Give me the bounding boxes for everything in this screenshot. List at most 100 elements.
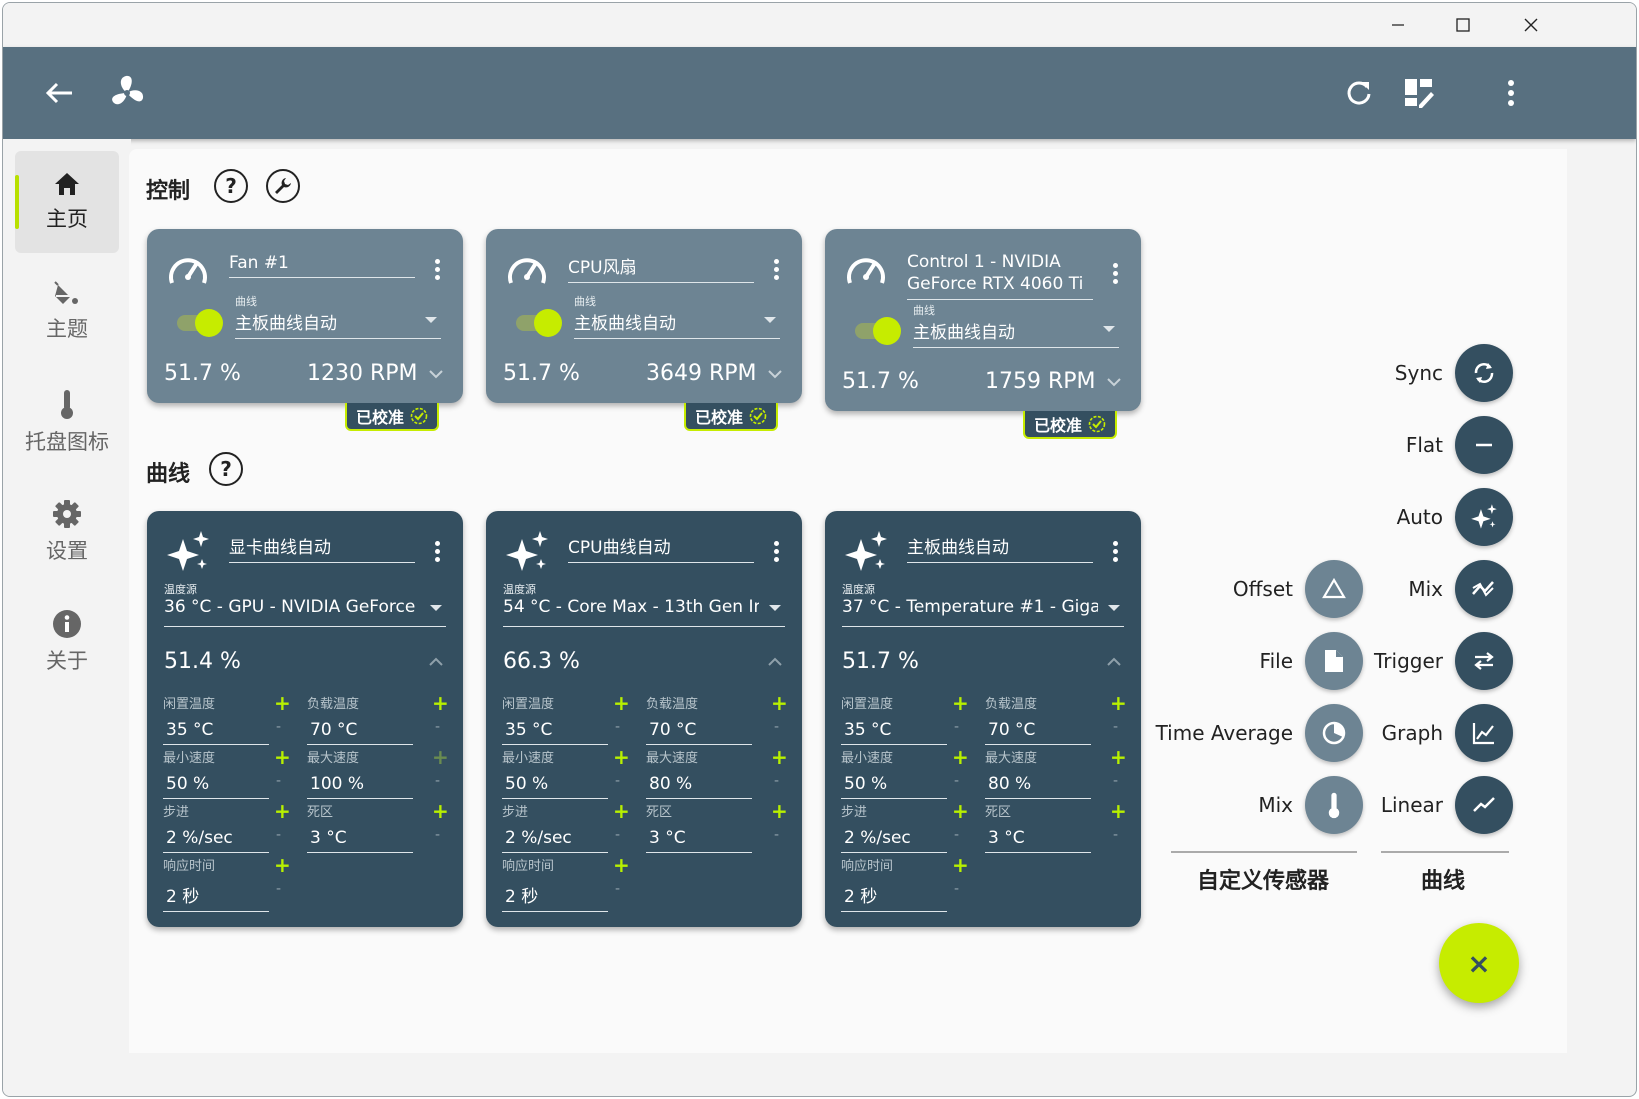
curves-help-button[interactable]: ? — [209, 452, 243, 486]
response-time-increase[interactable]: + — [274, 853, 291, 877]
trigger-curve-button[interactable] — [1455, 632, 1513, 690]
control-name[interactable]: Control 1 - NVIDIA GeForce RTX 4060 Ti — [907, 251, 1093, 300]
curve-select[interactable]: 主板曲线自动 — [574, 309, 780, 339]
curve-menu-button[interactable] — [766, 537, 786, 565]
min-speed-field[interactable]: 最小速度 50 % — [841, 747, 947, 799]
deadband-increase[interactable]: + — [1110, 799, 1127, 823]
mix-sensor-button[interactable] — [1305, 776, 1363, 834]
max-speed-field[interactable]: 最大速度 100 % — [307, 747, 413, 799]
response-time-field[interactable]: 响应时间 2 秒 — [841, 855, 947, 912]
minimize-button[interactable] — [1366, 3, 1430, 47]
step-decrease[interactable]: - — [954, 827, 959, 843]
deadband-field[interactable]: 死区 3 °C — [646, 801, 752, 853]
step-increase[interactable]: + — [952, 799, 969, 823]
min-speed-field[interactable]: 最小速度 50 % — [163, 747, 269, 799]
mix-curve-button[interactable] — [1455, 560, 1513, 618]
deadband-field[interactable]: 死区 3 °C — [307, 801, 413, 853]
idle-temp-decrease[interactable]: - — [615, 719, 620, 735]
response-time-decrease[interactable]: - — [615, 881, 620, 897]
deadband-field[interactable]: 死区 3 °C — [985, 801, 1091, 853]
load-temp-increase[interactable]: + — [1110, 691, 1127, 715]
close-window-button[interactable] — [1499, 3, 1563, 47]
load-temp-field[interactable]: 负载温度 70 °C — [985, 693, 1091, 745]
deadband-decrease[interactable]: - — [1113, 827, 1118, 843]
dashboard-edit-button[interactable] — [1397, 71, 1441, 115]
curve-select[interactable]: 主板曲线自动 — [235, 309, 441, 339]
load-temp-field[interactable]: 负载温度 70 °C — [307, 693, 413, 745]
flat-curve-button[interactable] — [1455, 416, 1513, 474]
more-options-button[interactable] — [1489, 71, 1533, 115]
nav-item-about[interactable]: 关于 — [15, 591, 119, 693]
min-speed-field[interactable]: 最小速度 50 % — [502, 747, 608, 799]
step-decrease[interactable]: - — [276, 827, 281, 843]
control-enable-toggle[interactable] — [171, 309, 223, 337]
offset-sensor-button[interactable] — [1305, 560, 1363, 618]
curve-name[interactable]: CPU曲线自动 — [568, 533, 754, 563]
auto-curve-button[interactable] — [1455, 488, 1513, 546]
idle-temp-field[interactable]: 闲置温度 35 °C — [841, 693, 947, 745]
idle-temp-decrease[interactable]: - — [276, 719, 281, 735]
sync-curve-button[interactable] — [1455, 344, 1513, 402]
step-increase[interactable]: + — [274, 799, 291, 823]
response-time-increase[interactable]: + — [613, 853, 630, 877]
controls-help-button[interactable]: ? — [214, 169, 248, 203]
max-speed-decrease[interactable]: - — [435, 773, 440, 789]
refresh-button[interactable] — [1337, 71, 1381, 115]
control-name[interactable]: Fan #1 — [229, 253, 415, 278]
idle-temp-increase[interactable]: + — [613, 691, 630, 715]
temp-source-select[interactable]: 54 °C - Core Max - 13th Gen Intel — [503, 597, 785, 627]
control-enable-toggle[interactable] — [849, 317, 901, 345]
controls-settings-button[interactable] — [266, 169, 300, 203]
response-time-increase[interactable]: + — [952, 853, 969, 877]
load-temp-increase[interactable]: + — [432, 691, 449, 715]
load-temp-decrease[interactable]: - — [435, 719, 440, 735]
chevron-down-icon[interactable] — [1107, 375, 1121, 389]
min-speed-decrease[interactable]: - — [954, 773, 959, 789]
curve-select[interactable]: 主板曲线自动 — [913, 318, 1119, 348]
control-menu-button[interactable] — [427, 255, 447, 283]
response-time-field[interactable]: 响应时间 2 秒 — [502, 855, 608, 912]
idle-temp-increase[interactable]: + — [952, 691, 969, 715]
back-button[interactable] — [37, 71, 81, 115]
chevron-down-icon[interactable] — [429, 367, 443, 381]
nav-item-theme[interactable]: 主题 — [15, 261, 119, 363]
maximize-button[interactable] — [1431, 3, 1495, 47]
temp-source-select[interactable]: 37 °C - Temperature #1 - Gigabyte — [842, 597, 1124, 627]
min-speed-decrease[interactable]: - — [276, 773, 281, 789]
deadband-increase[interactable]: + — [771, 799, 788, 823]
temp-source-select[interactable]: 36 °C - GPU - NVIDIA GeForce RTX — [164, 597, 446, 627]
nav-item-tray-icon[interactable]: 托盘图标 — [15, 371, 119, 473]
deadband-increase[interactable]: + — [432, 799, 449, 823]
load-temp-increase[interactable]: + — [771, 691, 788, 715]
load-temp-decrease[interactable]: - — [774, 719, 779, 735]
max-speed-decrease[interactable]: - — [1113, 773, 1118, 789]
time-average-sensor-button[interactable] — [1305, 704, 1363, 762]
response-time-field[interactable]: 响应时间 2 秒 — [163, 855, 269, 912]
step-field[interactable]: 步进 2 %/sec — [841, 801, 947, 853]
idle-temp-decrease[interactable]: - — [954, 719, 959, 735]
min-speed-increase[interactable]: + — [613, 745, 630, 769]
idle-temp-field[interactable]: 闲置温度 35 °C — [502, 693, 608, 745]
control-menu-button[interactable] — [1105, 259, 1125, 287]
deadband-decrease[interactable]: - — [435, 827, 440, 843]
load-temp-decrease[interactable]: - — [1113, 719, 1118, 735]
file-sensor-button[interactable] — [1305, 632, 1363, 690]
max-speed-increase[interactable]: + — [771, 745, 788, 769]
max-speed-field[interactable]: 最大速度 80 % — [646, 747, 752, 799]
chevron-up-icon[interactable] — [1107, 655, 1121, 669]
nav-item-settings[interactable]: 设置 — [15, 481, 119, 583]
curve-menu-button[interactable] — [427, 537, 447, 565]
load-temp-field[interactable]: 负载温度 70 °C — [646, 693, 752, 745]
chevron-up-icon[interactable] — [429, 655, 443, 669]
max-speed-decrease[interactable]: - — [774, 773, 779, 789]
control-enable-toggle[interactable] — [510, 309, 562, 337]
control-menu-button[interactable] — [766, 255, 786, 283]
close-fab-button[interactable]: × — [1439, 923, 1519, 1003]
step-increase[interactable]: + — [613, 799, 630, 823]
min-speed-increase[interactable]: + — [274, 745, 291, 769]
idle-temp-field[interactable]: 闲置温度 35 °C — [163, 693, 269, 745]
max-speed-field[interactable]: 最大速度 80 % — [985, 747, 1091, 799]
linear-curve-button[interactable] — [1455, 776, 1513, 834]
min-speed-decrease[interactable]: - — [615, 773, 620, 789]
response-time-decrease[interactable]: - — [954, 881, 959, 897]
